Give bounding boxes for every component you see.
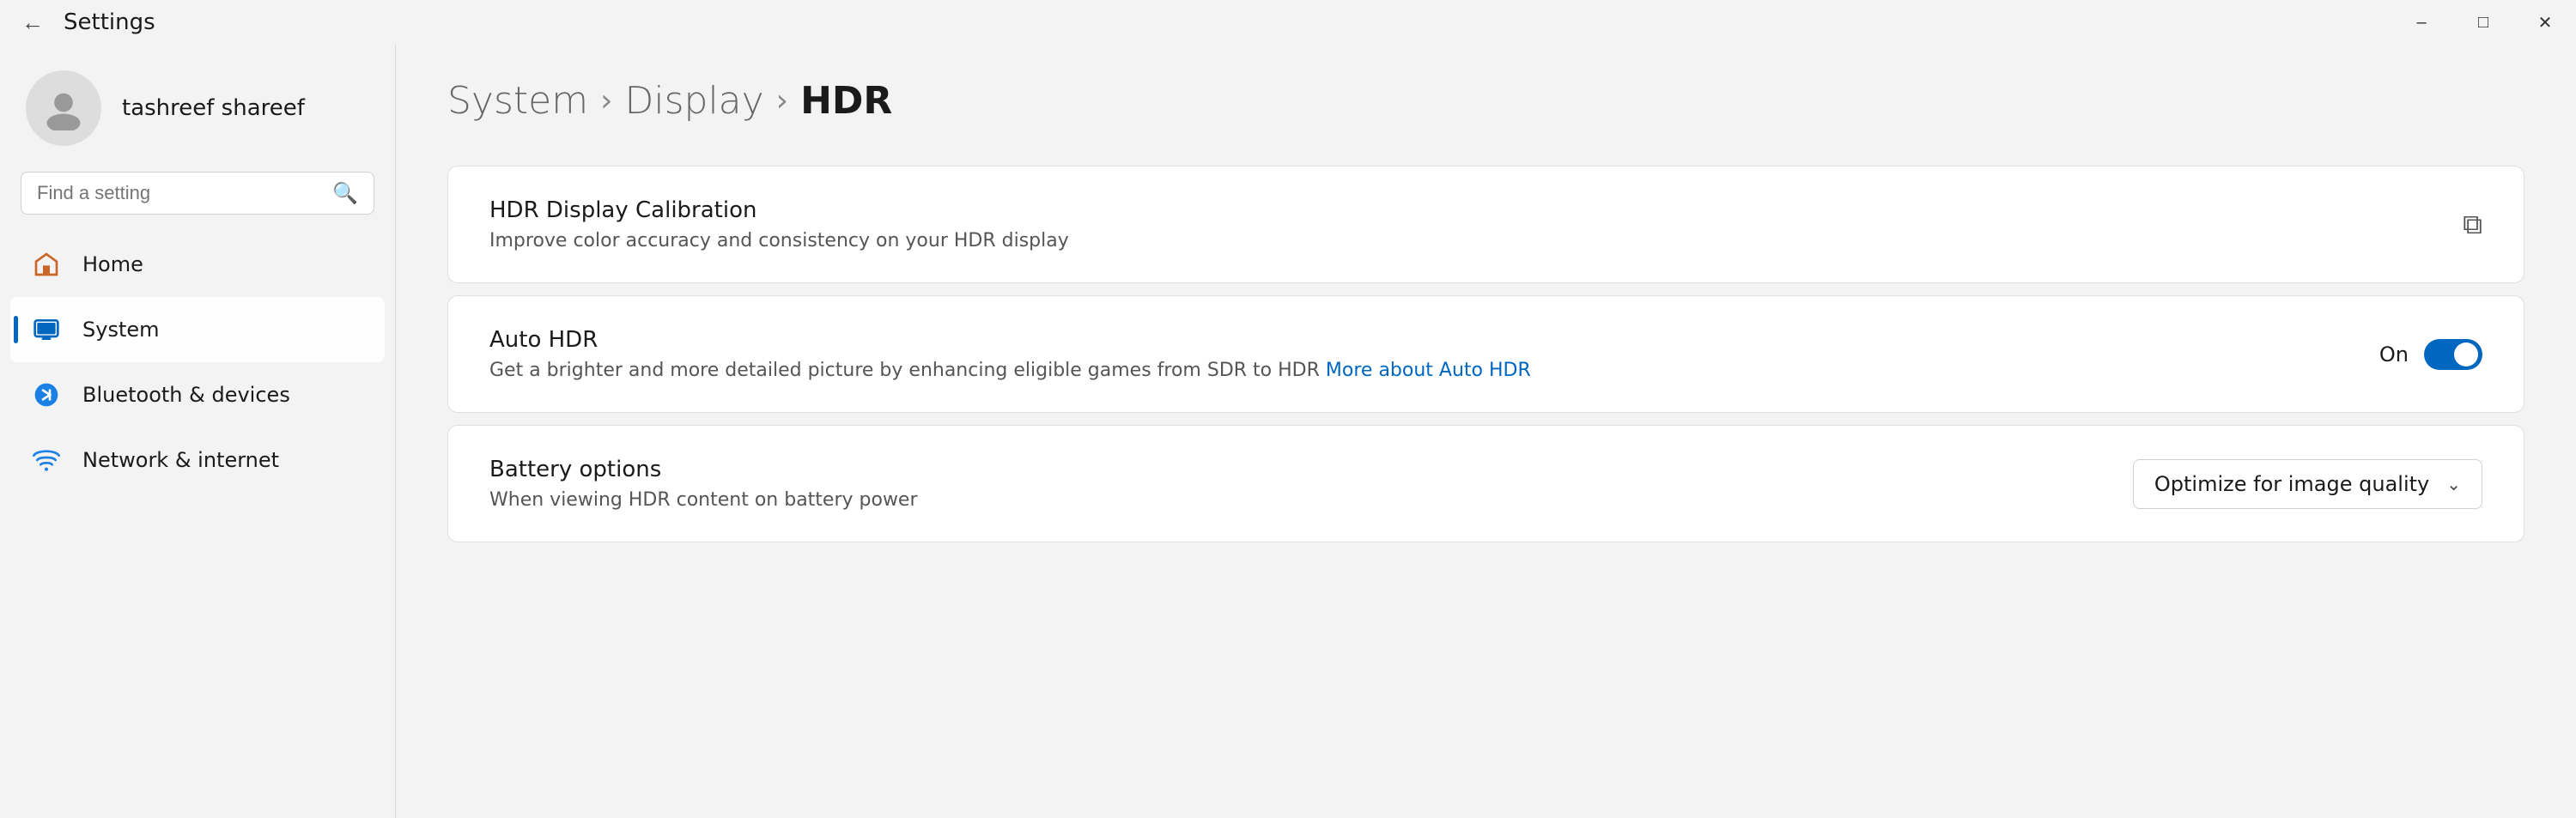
breadcrumb: System › Display › HDR [447, 79, 2524, 123]
sidebar-item-home[interactable]: Home [10, 232, 385, 297]
breadcrumb-hdr: HDR [800, 79, 892, 123]
sidebar-scroll: Home System [0, 232, 395, 818]
toggle-thumb [2454, 342, 2478, 367]
username: tashreef shareef [122, 95, 305, 121]
hdr-calibration-action: ⧉ [2463, 208, 2482, 241]
auto-hdr-row: Auto HDR Get a brighter and more detaile… [448, 296, 2524, 412]
auto-hdr-title: Auto HDR [489, 327, 2354, 353]
sidebar-item-bluetooth[interactable]: Bluetooth & devices [10, 362, 385, 427]
auto-hdr-card: Auto HDR Get a brighter and more detaile… [447, 295, 2524, 413]
more-about-auto-hdr-link[interactable]: More about Auto HDR [1326, 360, 1531, 381]
hdr-calibration-title: HDR Display Calibration [489, 197, 2437, 223]
hdr-calibration-card: HDR Display Calibration Improve color ac… [447, 166, 2524, 283]
sidebar-item-system-label: System [82, 318, 160, 342]
minimize-button[interactable]: – [2391, 0, 2452, 45]
hdr-calibration-desc: Improve color accuracy and consistency o… [489, 230, 2437, 251]
breadcrumb-sep-2: › [776, 83, 788, 118]
home-icon [29, 247, 64, 282]
person-icon [41, 86, 86, 130]
battery-options-text: Battery options When viewing HDR content… [489, 457, 2107, 511]
app-title: Settings [64, 9, 155, 35]
auto-hdr-desc: Get a brighter and more detailed picture… [489, 360, 2354, 381]
auto-hdr-toggle[interactable] [2424, 339, 2482, 370]
sidebar-item-bluetooth-label: Bluetooth & devices [82, 383, 290, 407]
sidebar-item-system[interactable]: System [10, 297, 385, 362]
auto-hdr-action: On [2379, 339, 2482, 370]
content-area: System › Display › HDR HDR Display Calib… [396, 45, 2576, 818]
search-input[interactable] [37, 182, 322, 204]
sidebar-item-home-label: Home [82, 252, 143, 276]
dropdown-value: Optimize for image quality [2154, 472, 2429, 496]
chevron-down-icon: ⌄ [2446, 474, 2461, 494]
system-icon [29, 312, 64, 347]
breadcrumb-system: System [447, 79, 588, 123]
app-body: tashreef shareef 🔍 Home [0, 45, 2576, 818]
window-controls: – □ ✕ [2391, 0, 2576, 45]
battery-options-action: Optimize for image quality ⌄ [2133, 459, 2482, 509]
hdr-calibration-text: HDR Display Calibration Improve color ac… [489, 197, 2437, 251]
breadcrumb-display: Display [624, 79, 763, 123]
battery-options-dropdown[interactable]: Optimize for image quality ⌄ [2133, 459, 2482, 509]
breadcrumb-sep-1: › [600, 83, 612, 118]
titlebar-left: ← Settings [14, 3, 155, 41]
hdr-calibration-row: HDR Display Calibration Improve color ac… [448, 167, 2524, 282]
user-profile: tashreef shareef [0, 53, 395, 172]
maximize-button[interactable]: □ [2452, 0, 2514, 45]
network-icon [29, 443, 64, 477]
avatar [26, 70, 101, 146]
bluetooth-icon [29, 378, 64, 412]
sidebar: tashreef shareef 🔍 Home [0, 45, 395, 818]
sidebar-item-network[interactable]: Network & internet [10, 427, 385, 493]
battery-options-card: Battery options When viewing HDR content… [447, 425, 2524, 542]
battery-options-desc: When viewing HDR content on battery powe… [489, 489, 2107, 511]
search-box[interactable]: 🔍 [21, 172, 374, 215]
auto-hdr-text: Auto HDR Get a brighter and more detaile… [489, 327, 2354, 381]
auto-hdr-desc-text: Get a brighter and more detailed picture… [489, 360, 1320, 381]
search-icon: 🔍 [332, 181, 358, 205]
battery-options-row: Battery options When viewing HDR content… [448, 426, 2524, 542]
titlebar: ← Settings – □ ✕ [0, 0, 2576, 45]
auto-hdr-toggle-label: On [2379, 342, 2409, 367]
nav-list: Home System [0, 232, 395, 493]
sidebar-item-network-label: Network & internet [82, 448, 279, 472]
external-link-icon[interactable]: ⧉ [2463, 208, 2482, 241]
close-button[interactable]: ✕ [2514, 0, 2576, 45]
back-button[interactable]: ← [14, 3, 52, 41]
toggle-track [2424, 339, 2482, 370]
battery-options-title: Battery options [489, 457, 2107, 482]
